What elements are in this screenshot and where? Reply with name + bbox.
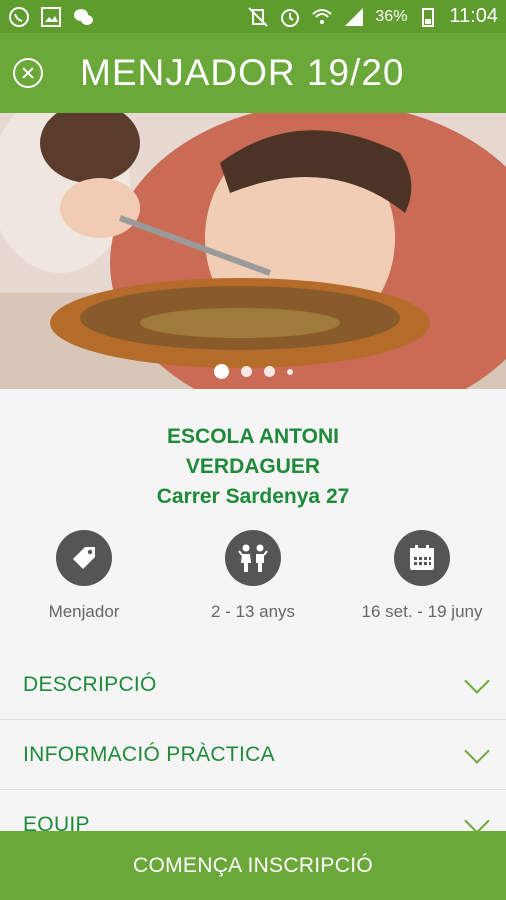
whatsapp-icon [8, 6, 30, 28]
school-address: Carrer Sardenya 27 [156, 485, 350, 508]
status-bar: 36% 11:04 [0, 0, 506, 33]
feature-label-age: 2 - 13 anys [210, 602, 296, 621]
child-eating-photo [0, 113, 506, 389]
image-icon [40, 6, 62, 28]
status-bar-left [8, 6, 94, 28]
feature-age: 2 - 13 anys [169, 530, 337, 622]
feature-list: Menjador 2 - 13 anys 16 set. - 19 juny [0, 530, 506, 622]
start-enrollment-button[interactable]: COMENÇA INSCRIPCIÓ [0, 831, 506, 900]
chevron-down-icon [464, 667, 490, 694]
wifi-icon [311, 6, 333, 28]
clock: 11:04 [449, 5, 498, 27]
chevron-down-icon [464, 737, 490, 764]
signal-icon [343, 6, 365, 28]
battery-icon [417, 6, 439, 28]
alarm-icon [279, 6, 301, 28]
chevron-down-icon [464, 807, 490, 834]
mute-icon [247, 6, 269, 28]
hero-carousel[interactable] [0, 113, 506, 389]
close-circle-icon[interactable] [13, 58, 43, 88]
accordion-item-informacio-practica[interactable]: INFORMACIÓ PRÀCTICA [0, 720, 506, 790]
accordion-label: DESCRIPCIÓ [23, 672, 157, 696]
carousel-dots [0, 364, 506, 379]
carousel-dot-4[interactable] [286, 369, 293, 375]
wechat-icon [72, 6, 94, 28]
accordion: DESCRIPCIÓ INFORMACIÓ PRÀCTICA EQUIP [0, 650, 506, 860]
accordion-item-descripcio[interactable]: DESCRIPCIÓ [0, 650, 506, 720]
school-info: ESCOLA ANTONI VERDAGUER Carrer Sardenya … [0, 389, 506, 622]
carousel-dot-3[interactable] [263, 366, 275, 377]
app-bar: MENJADOR 19/20 [0, 33, 506, 113]
accordion-label: INFORMACIÓ PRÀCTICA [23, 742, 275, 766]
feature-label-dates: 16 set. - 19 juny [361, 602, 483, 621]
calendar-icon [394, 530, 450, 586]
school-name: ESCOLA ANTONI VERDAGUER [167, 425, 339, 478]
status-bar-right: 36% 11:04 [247, 5, 498, 28]
feature-service: Menjador [0, 530, 168, 622]
feature-label-service: Menjador [48, 602, 120, 621]
feature-dates: 16 set. - 19 juny [338, 530, 506, 622]
carousel-dot-1[interactable] [213, 364, 229, 379]
carousel-dot-2[interactable] [240, 366, 252, 377]
tag-icon [56, 530, 112, 586]
page-title: MENJADOR 19/20 [80, 52, 405, 93]
children-icon [225, 530, 281, 586]
battery-percent: 36% [375, 7, 408, 25]
